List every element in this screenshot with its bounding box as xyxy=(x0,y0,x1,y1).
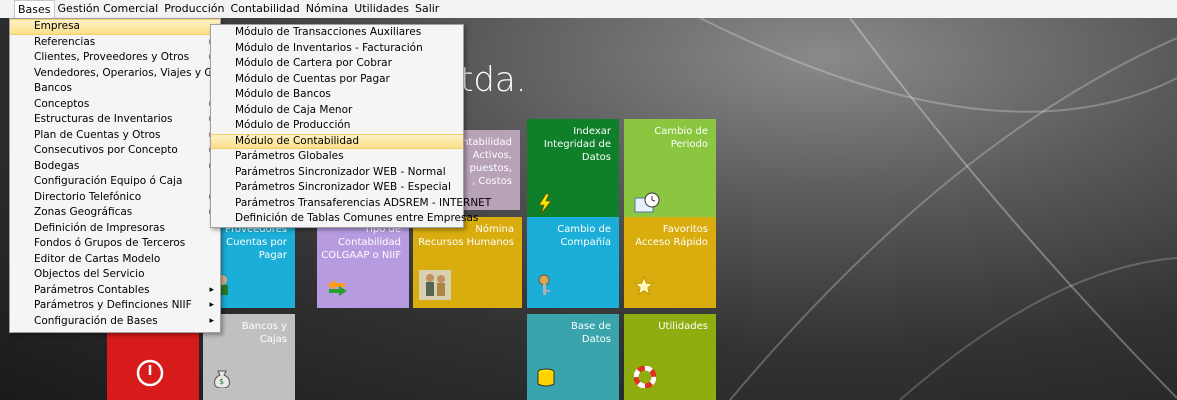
money-bag-icon: $ xyxy=(213,368,231,392)
submenu-item-bancos[interactable]: Módulo de Bancos xyxy=(211,87,463,103)
keys-icon xyxy=(537,274,557,300)
company-title: tda. xyxy=(460,60,527,100)
lightning-icon xyxy=(537,193,553,218)
menu-salir[interactable]: Salir xyxy=(412,0,442,18)
menu-nomina[interactable]: Nómina xyxy=(303,0,351,18)
submenu-item-transacciones-auxiliares[interactable]: Módulo de Transacciones Auxiliares xyxy=(211,25,463,41)
menu-item-clientes[interactable]: Clientes, Proveedores y Otros xyxy=(10,50,220,66)
tile-utilidades-label: Utilidades xyxy=(658,321,708,332)
tile-utilidades[interactable]: Utilidades xyxy=(624,314,716,400)
menu-item-estructuras-inventarios[interactable]: Estructuras de Inventarios xyxy=(10,112,220,128)
menu-bar: Bases Gestión Comercial Producción Conta… xyxy=(0,0,1177,19)
tile-indexar-label: Indexar Integridad de Datos xyxy=(543,126,611,163)
menu-item-referencias[interactable]: Referencias xyxy=(10,35,220,51)
menu-bases[interactable]: Bases xyxy=(14,0,55,19)
menu-item-configuracion-bases[interactable]: Configuración de Bases xyxy=(10,314,220,330)
menu-item-definicion-impresoras[interactable]: Definición de Impresoras xyxy=(10,221,220,237)
tile-indexar[interactable]: Indexar Integridad de Datos xyxy=(527,119,619,226)
svg-text:$: $ xyxy=(219,377,224,386)
empresa-submenu: Módulo de Transacciones Auxiliares Módul… xyxy=(210,24,491,228)
tile-cambio-periodo[interactable]: Cambio de Periodo xyxy=(624,119,716,226)
tile-cambio-compania[interactable]: Cambio de Compañía xyxy=(527,217,619,308)
tile-nomina[interactable]: Nómina Recursos Humanos xyxy=(413,217,522,308)
menu-item-vendedores[interactable]: Vendedores, Operarios, Viajes y Otros xyxy=(10,66,233,82)
exchange-arrows-icon xyxy=(327,280,347,300)
database-icon xyxy=(537,368,555,392)
menu-contabilidad[interactable]: Contabilidad xyxy=(227,0,302,18)
submenu-item-sincronizador-especial[interactable]: Parámetros Sincronizador WEB - Especial xyxy=(211,180,463,196)
submenu-item-cuentas-pagar[interactable]: Módulo de Cuentas por Pagar xyxy=(211,72,463,88)
submenu-item-cartera-cobrar[interactable]: Módulo de Cartera por Cobrar xyxy=(211,56,463,72)
menu-produccion[interactable]: Producción xyxy=(161,0,227,18)
star-icon xyxy=(633,275,655,300)
menu-item-fondos-grupos[interactable]: Fondos ó Grupos de Terceros xyxy=(10,236,220,252)
submenu-item-produccion[interactable]: Módulo de Producción xyxy=(211,118,463,134)
tile-cambio-compania-label: Cambio de Compañía xyxy=(557,224,611,248)
bases-menu: Empresa Referencias Clientes, Proveedore… xyxy=(9,18,233,333)
calendar-clock-icon xyxy=(634,192,660,218)
tile-favoritos-label: Favoritos Acceso Rápido xyxy=(635,224,708,248)
submenu-item-parametros-globales[interactable]: Parámetros Globales xyxy=(211,149,463,165)
submenu-item-tablas-comunes[interactable]: Definición de Tablas Comunes entre Empre… xyxy=(211,211,478,227)
submenu-item-inventarios-facturacion[interactable]: Módulo de Inventarios - Facturación xyxy=(211,41,463,57)
submenu-item-transferencias-adsrem[interactable]: Parámetros Transaferencias ADSREM - INTE… xyxy=(211,196,491,212)
menu-item-editor-cartas[interactable]: Editor de Cartas Modelo xyxy=(10,252,220,268)
submenu-item-caja-menor[interactable]: Módulo de Caja Menor xyxy=(211,103,463,119)
menu-item-consecutivos[interactable]: Consecutivos por Concepto xyxy=(10,143,220,159)
menu-item-empresa[interactable]: Empresa xyxy=(10,19,220,35)
power-icon xyxy=(135,358,165,392)
menu-item-objectos-servicio[interactable]: Objectos del Servicio xyxy=(10,267,220,283)
menu-item-bancos[interactable]: Bancos xyxy=(10,81,220,97)
workers-icon xyxy=(419,270,451,304)
tile-base-datos-label: Base de Datos xyxy=(570,321,611,345)
menu-item-parametros-contables[interactable]: Parámetros Contables xyxy=(10,283,220,299)
menu-utilidades[interactable]: Utilidades xyxy=(351,0,412,18)
submenu-item-contabilidad[interactable]: Módulo de Contabilidad xyxy=(211,133,463,149)
tile-favoritos[interactable]: Favoritos Acceso Rápido xyxy=(624,217,716,308)
tile-cambio-periodo-label: Cambio de Periodo xyxy=(654,126,708,150)
menu-item-bodegas[interactable]: Bodegas xyxy=(10,159,220,175)
menu-item-plan-cuentas[interactable]: Plan de Cuentas y Otros xyxy=(10,128,220,144)
menu-item-zonas-geograficas[interactable]: Zonas Geográficas xyxy=(10,205,220,221)
menu-item-directorio-telefonico[interactable]: Directorio Telefónico xyxy=(10,190,220,206)
submenu-item-sincronizador-normal[interactable]: Parámetros Sincronizador WEB - Normal xyxy=(211,165,463,181)
menu-item-configuracion-equipo[interactable]: Configuración Equipo ó Caja xyxy=(10,174,220,190)
tile-tipo-contabilidad[interactable]: Tipo de Contabilidad COLGAAP o NIIF xyxy=(317,217,409,308)
menu-item-parametros-niif[interactable]: Parámetros y Definciones NIIF xyxy=(10,298,220,314)
tile-base-datos[interactable]: Base de Datos xyxy=(527,314,619,400)
lifebuoy-icon xyxy=(633,365,657,392)
menu-item-conceptos[interactable]: Conceptos xyxy=(10,97,220,113)
menu-gestion-comercial[interactable]: Gestión Comercial xyxy=(55,0,162,18)
tile-tipo-contabilidad-label: Tipo de Contabilidad COLGAAP o NIIF xyxy=(321,224,401,261)
